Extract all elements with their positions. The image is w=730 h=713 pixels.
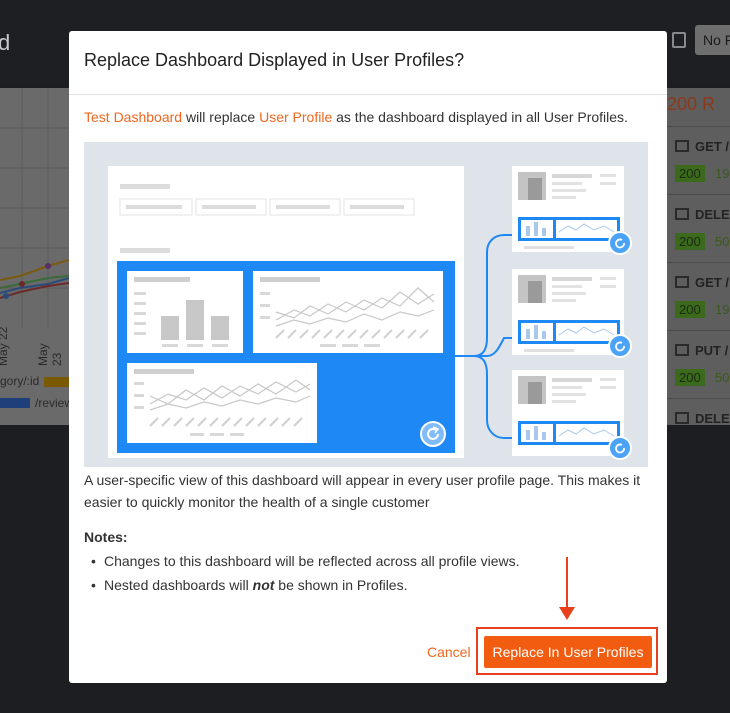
endpoint-method: DELE	[695, 411, 730, 425]
dialog-title: Replace Dashboard Displayed in User Prof…	[84, 50, 465, 70]
export-icon	[675, 344, 689, 356]
dialog-intro: Test Dashboard will replace User Profile…	[84, 109, 628, 125]
notes-heading: Notes:	[84, 529, 128, 545]
endpoint-row[interactable]: GET / 200 19	[667, 262, 730, 330]
endpoint-row[interactable]: GET / 200 19	[667, 126, 730, 194]
import-icon	[675, 412, 689, 424]
callout-arrow-head	[559, 607, 575, 620]
user-profile-link[interactable]: User Profile	[259, 109, 332, 125]
endpoint-count: 50	[715, 370, 730, 385]
status-badge: 200	[675, 369, 705, 386]
note-text-end: be shown in Profiles.	[274, 577, 408, 593]
x-tick-1: May 22	[0, 326, 10, 366]
intro-text-end: as the dashboard displayed in all User P…	[332, 109, 628, 125]
import-icon	[675, 208, 689, 220]
endpoint-row[interactable]: DELE	[667, 398, 730, 425]
document-icon[interactable]	[672, 32, 686, 48]
dashboard-name-link[interactable]: Test Dashboard	[84, 109, 182, 125]
endpoint-method: PUT /	[695, 343, 729, 358]
status-badge: 200	[675, 233, 705, 250]
status-badge: 200	[675, 301, 705, 318]
dialog-divider	[69, 94, 667, 95]
cancel-button[interactable]: Cancel	[427, 644, 471, 660]
legend-swatch-1	[44, 377, 69, 387]
filter-select[interactable]: No F	[695, 25, 730, 55]
endpoint-row[interactable]: PUT / 200 50	[667, 330, 730, 398]
dashboard-illustration	[84, 142, 648, 467]
intro-text: will replace	[182, 109, 260, 125]
callout-arrow-line	[566, 557, 568, 609]
legend-label-1: gory/:id	[0, 374, 40, 388]
endpoint-count: 50	[715, 234, 730, 249]
status-badge: 200	[675, 165, 705, 182]
endpoint-method: GET /	[695, 275, 729, 290]
endpoint-panel-header: 200 R	[667, 94, 716, 114]
note-emphasis: not	[252, 577, 275, 593]
note-text: Changes to this dashboard will be reflec…	[104, 553, 520, 569]
note-item: Changes to this dashboard will be reflec…	[91, 553, 520, 569]
dialog-description: A user-specific view of this dashboard w…	[84, 472, 641, 510]
endpoint-row[interactable]: DELE 200 50	[667, 194, 730, 262]
endpoint-count: 19	[715, 302, 730, 317]
note-text: Nested dashboards will	[104, 577, 253, 593]
endpoint-method: GET /	[695, 139, 729, 154]
background-chart: May 22 May 23 gory/:id /review	[0, 88, 69, 425]
illustration-graphic	[108, 166, 632, 460]
note-item: Nested dashboards will not be shown in P…	[91, 577, 407, 593]
export-icon	[675, 276, 689, 288]
export-icon	[675, 140, 689, 152]
endpoint-method: DELE	[695, 207, 730, 222]
legend-swatch-2	[0, 398, 30, 408]
x-tick-2: May 23	[36, 343, 64, 366]
background-endpoint-panel: 200 R GET / 200 19 DELE 200 50 GET / 200…	[667, 88, 730, 425]
replace-in-user-profiles-button[interactable]: Replace In User Profiles	[484, 636, 652, 668]
page-title-fragment: d	[0, 30, 11, 55]
endpoint-count: 19	[715, 166, 730, 181]
replace-dashboard-dialog: Replace Dashboard Displayed in User Prof…	[69, 31, 667, 683]
legend-label-2: /review	[35, 396, 69, 410]
